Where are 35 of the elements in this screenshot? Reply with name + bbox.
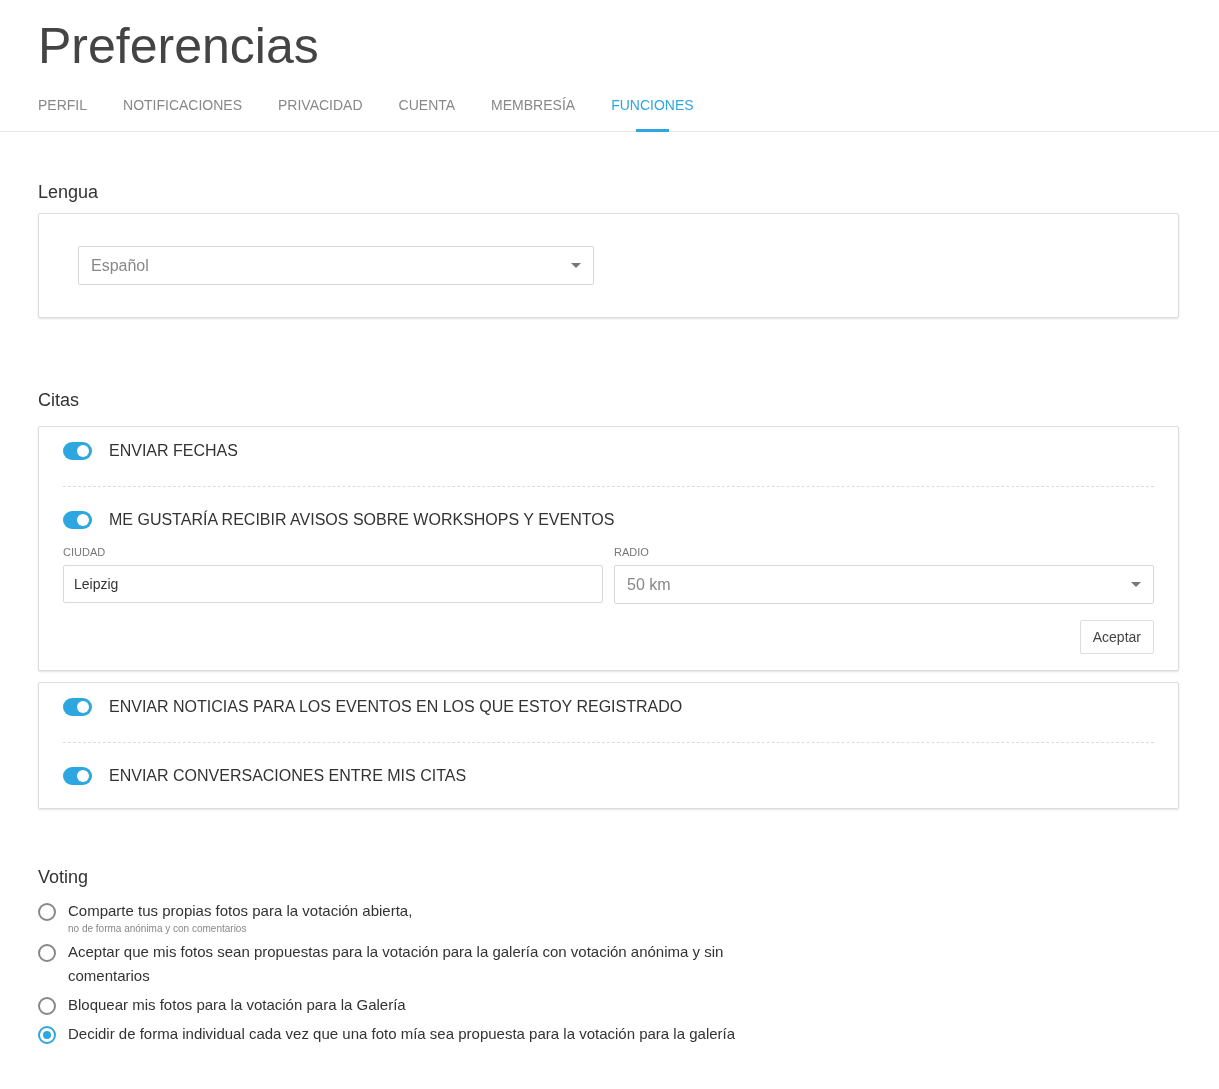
toggle-switch[interactable] [63,698,92,716]
accept-button[interactable]: Aceptar [1079,620,1154,654]
section-heading: Voting [38,867,90,888]
toggle-label: ENVIAR FECHAS [109,442,238,460]
language-select[interactable]: Español [78,246,594,285]
field-label: RADIO [614,546,650,558]
radius-select[interactable]: 50 km [614,565,1154,604]
radio-button[interactable] [38,903,56,921]
field-label: CIUDAD [63,546,107,558]
section-heading: Citas [38,390,80,411]
radio-label: Decidir de forma individual cada vez que una foto mía sea propuesta para la votación para la galería [68,1024,736,1044]
toggle-label: ENVIAR NOTICIAS PARA LOS EVENTOS EN LOS QUE ESTOY REGISTRADO [109,698,683,716]
tab[interactable]: PERFIL [38,97,87,131]
tab[interactable]: MEMBRESÍA [491,97,576,131]
radio-button[interactable] [38,1026,56,1044]
city-input-field[interactable]: Leipzig [63,565,603,603]
toggle-switch[interactable] [63,767,92,785]
caret-icon [1131,582,1141,587]
radio-button[interactable] [38,944,56,962]
tab[interactable]: NOTIFICACIONES [123,97,243,131]
radio-label: Comparte tus propias fotos para la votación abierta, [68,901,413,921]
toggle-switch[interactable] [63,442,92,460]
caret-icon [571,263,581,268]
radio-button[interactable] [38,997,56,1015]
radio-label: Aceptar que mis fotos sean propuestas para la votación para la galería con votación anónima y sin comentarios [68,942,725,986]
toggle-label: ENVIAR CONVERSACIONES ENTRE MIS CITAS [109,767,467,785]
page-title: Preferencias [38,17,320,76]
toggle-label: ME GUSTARÍA RECIBIR AVISOS SOBRE WORKSHOPS Y EVENTOS [109,511,615,529]
toggle-switch[interactable] [63,511,92,529]
tab[interactable]: PRIVACIDAD [278,97,363,131]
tab[interactable]: CUENTA [398,97,456,131]
radio-label: Bloquear mis fotos para la votación para la Galería [68,995,406,1015]
tab[interactable]: FUNCIONES [611,97,694,131]
section-heading: Lengua [38,182,100,203]
option-note: no de forma anónima y con comentarios [68,923,248,935]
